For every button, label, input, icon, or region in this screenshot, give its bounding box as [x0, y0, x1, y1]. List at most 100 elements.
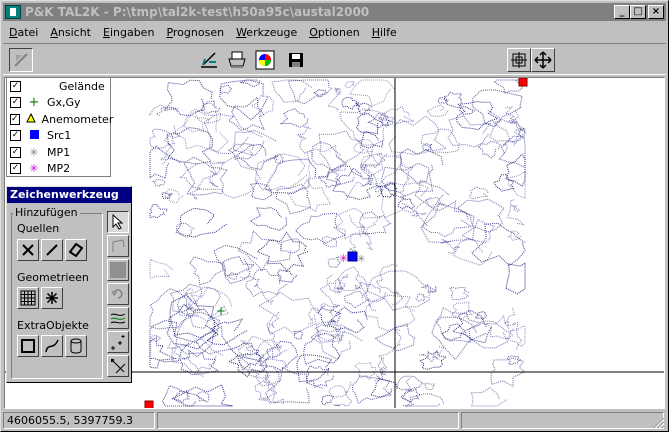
contour-line [450, 301, 474, 320]
contour-line [353, 361, 377, 381]
contour-line [472, 89, 523, 128]
draw-tool-button[interactable] [197, 48, 221, 72]
menu-prognosen[interactable]: Prognosen [160, 26, 230, 39]
layer-checkbox[interactable]: ✓ [10, 130, 21, 142]
draw-tool-icon [201, 52, 217, 68]
color-palette-button[interactable] [253, 48, 277, 72]
layer-checkbox[interactable]: ✓ [10, 113, 20, 125]
resize-grip-icon[interactable] [653, 417, 665, 429]
menu-optionen[interactable]: Optionen [303, 26, 365, 39]
gx-gy-marker[interactable]: + [216, 304, 226, 318]
palette-title[interactable]: Zeichenwerkzeug [7, 187, 131, 203]
menu-datei[interactable]: Datei [3, 26, 44, 39]
cross-icon [22, 244, 34, 256]
asterisk-icon: ✳ [29, 162, 39, 176]
contour-line [182, 114, 211, 133]
contour-line [375, 263, 404, 306]
selection-handle-top-right[interactable] [518, 78, 528, 87]
app-window: P&K TAL2K - P:\tmp\tal2k-test\h50a95c\au… [0, 0, 669, 432]
area-source-button[interactable] [65, 239, 87, 261]
edit-node-tool-button[interactable] [107, 235, 129, 257]
grid-geometry-button[interactable] [17, 287, 39, 309]
minimize-button[interactable]: _ [614, 5, 630, 19]
menu-werkzeuge[interactable]: Werkzeuge [230, 26, 303, 39]
layer-item-anemometer[interactable]: ✓ Anemometer [7, 111, 113, 128]
layer-checkbox[interactable]: ✓ [10, 146, 21, 158]
layer-checkbox[interactable]: ✓ [10, 97, 21, 109]
cylinder-object-button[interactable] [65, 335, 87, 357]
contour-line [419, 350, 448, 370]
triangle-icon [25, 113, 36, 125]
maximize-button[interactable]: □ [630, 5, 646, 19]
point-geometry-button[interactable] [41, 287, 63, 309]
contour-line [506, 355, 522, 366]
layer-checkbox[interactable]: ✓ [10, 163, 21, 175]
contour-line [179, 163, 201, 200]
menu-ansicht[interactable]: Ansicht [44, 26, 97, 39]
app-icon[interactable] [5, 5, 21, 19]
contour-line [254, 358, 269, 401]
menu-hilfe[interactable]: Hilfe [366, 26, 403, 39]
fill-tool-button[interactable] [107, 259, 129, 281]
contour-line [420, 202, 475, 244]
title-bar[interactable]: P&K TAL2K - P:\tmp\tal2k-test\h50a95c\au… [3, 3, 666, 21]
contour-line [505, 153, 526, 187]
contour-line [437, 95, 449, 104]
contour-line [163, 79, 213, 117]
contour-line [468, 186, 489, 200]
layer-item-gelaende[interactable]: ✓ Gelände [7, 78, 110, 95]
source-src1-marker[interactable] [347, 251, 358, 262]
status-pane-info [461, 412, 664, 429]
contour-line [226, 271, 239, 281]
contour-line [189, 256, 226, 286]
contour-line [257, 291, 320, 335]
layer-item-mp2[interactable]: ✓ ✳ MP2 [7, 161, 110, 178]
close-button[interactable]: × [648, 5, 664, 19]
contour-line [415, 293, 428, 303]
contour-line [227, 142, 255, 161]
plus-icon: + [28, 95, 40, 111]
scatter-points-icon [111, 335, 125, 350]
contour-line [399, 148, 444, 184]
zoom-all-button[interactable] [507, 48, 531, 72]
contour-line [149, 336, 177, 369]
pan-button[interactable] [531, 48, 555, 72]
contour-line [196, 391, 211, 403]
point-source-button[interactable] [17, 239, 39, 261]
points-tool-button[interactable] [107, 331, 129, 353]
select-tool-button[interactable] [107, 211, 129, 233]
selection-handle-bottom-left[interactable] [144, 400, 154, 408]
polyline-object-button[interactable] [41, 335, 63, 357]
undo-tool-button[interactable] [107, 283, 129, 305]
save-button[interactable] [284, 48, 308, 72]
contour-line [377, 328, 402, 371]
contour-line [295, 126, 313, 157]
mp2-marker[interactable]: ✳ [339, 252, 348, 265]
print-button[interactable] [225, 48, 249, 72]
line-source-button[interactable] [41, 239, 63, 261]
contour-line [366, 270, 438, 312]
contour-line [470, 386, 507, 407]
terrain-tool-button[interactable] [107, 307, 129, 329]
contour-line [279, 108, 309, 128]
mp1-marker[interactable]: ✳ [357, 254, 365, 265]
contour-line [309, 329, 363, 361]
layer-item-gx-gy[interactable]: ✓ + Gx,Gy [7, 95, 110, 112]
layer-item-src1[interactable]: ✓ Src1 [7, 128, 110, 145]
contour-line [360, 150, 382, 187]
terrain-contour-icon [110, 313, 126, 324]
add-group-label: Hinzufügen [13, 206, 80, 219]
contour-line [505, 262, 526, 295]
undo-icon [111, 289, 123, 299]
contour-line [332, 381, 353, 407]
contour-line [351, 375, 392, 405]
edit-shape-icon [112, 239, 125, 252]
line-icon [46, 244, 58, 256]
layer-checkbox[interactable]: ✓ [10, 80, 21, 92]
measure-tool-button[interactable] [107, 355, 129, 377]
rectangle-object-button[interactable] [17, 335, 39, 357]
layer-item-mp1[interactable]: ✓ ✳ MP1 [7, 144, 110, 161]
cursor-tool-button[interactable] [9, 48, 33, 72]
menu-eingaben[interactable]: Eingaben [97, 26, 160, 39]
contour-line [431, 316, 487, 361]
